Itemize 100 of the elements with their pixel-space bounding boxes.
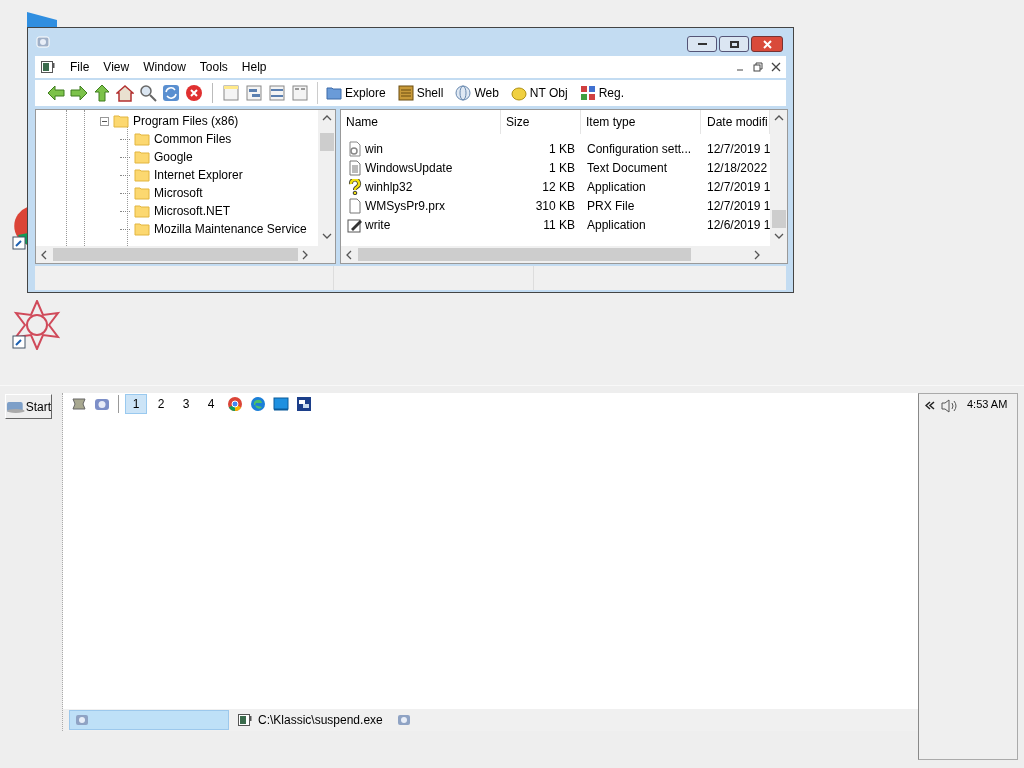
menu-item[interactable]: Help bbox=[234, 58, 274, 76]
file-type: PRX File bbox=[587, 198, 635, 213]
start-button[interactable]: Start bbox=[5, 394, 52, 419]
file-date: 12/6/2019 1 bbox=[707, 217, 771, 232]
toolbar-button[interactable]: Shell bbox=[397, 84, 444, 102]
folder-icon bbox=[113, 114, 129, 128]
back-arrow-icon[interactable] bbox=[47, 84, 65, 102]
folder-icon bbox=[134, 150, 150, 164]
task-button[interactable]: C:\Klassic\suspend.exe bbox=[233, 710, 388, 730]
menu-item[interactable]: Window bbox=[136, 58, 193, 76]
file-type: Application bbox=[587, 179, 646, 194]
column-header[interactable]: Name bbox=[341, 110, 501, 134]
file-name[interactable]: winhlp32 bbox=[365, 177, 413, 196]
search-icon[interactable] bbox=[139, 84, 157, 102]
menu-item[interactable]: Tools bbox=[192, 58, 235, 76]
forward-arrow-icon[interactable] bbox=[70, 84, 88, 102]
app-window-icon[interactable] bbox=[41, 61, 55, 73]
file-date: 12/18/2022 bbox=[707, 160, 768, 175]
column-header[interactable]: Item type bbox=[581, 110, 701, 134]
file-name[interactable]: WindowsUpdate bbox=[365, 158, 453, 177]
tree-item[interactable]: Mozilla Maintenance Service bbox=[154, 220, 307, 238]
up-arrow-icon[interactable] bbox=[93, 84, 111, 102]
monitor-icon[interactable] bbox=[273, 396, 289, 412]
tree-item[interactable]: Internet Explorer bbox=[154, 166, 243, 184]
file-name[interactable]: win bbox=[365, 139, 383, 158]
tree-item[interactable]: Microsoft.NET bbox=[154, 202, 230, 220]
horizontal-scrollbar[interactable] bbox=[341, 246, 788, 263]
minimize-button[interactable] bbox=[687, 36, 717, 52]
terminal-icon bbox=[397, 85, 414, 101]
scrollbar-thumb[interactable] bbox=[358, 248, 691, 261]
file-size: 310 KB bbox=[535, 198, 575, 213]
file-name[interactable]: WMSysPr9.prx bbox=[365, 196, 445, 215]
question-mark-icon bbox=[347, 178, 363, 195]
folder-icon bbox=[326, 86, 342, 100]
console-window-icon bbox=[238, 714, 252, 726]
tree-item[interactable]: Common Files bbox=[154, 130, 232, 148]
blank-file-icon bbox=[347, 197, 363, 214]
maximize-button[interactable] bbox=[719, 36, 749, 52]
star-shortcut-icon[interactable] bbox=[12, 300, 62, 350]
tree-item[interactable]: Microsoft bbox=[154, 184, 203, 202]
start-logo-icon bbox=[6, 399, 26, 414]
file-type: Configuration sett... bbox=[587, 141, 692, 156]
folder-icon bbox=[134, 204, 150, 218]
vertical-scrollbar[interactable] bbox=[770, 110, 788, 246]
close-icon bbox=[762, 39, 772, 49]
folder-icon bbox=[134, 222, 150, 236]
toolbar-button[interactable]: Explore bbox=[326, 84, 386, 102]
stop-icon[interactable] bbox=[185, 84, 203, 102]
speaker-icon[interactable] bbox=[941, 399, 959, 413]
text-file-icon bbox=[347, 159, 363, 176]
horizontal-layout-icon[interactable] bbox=[268, 84, 286, 102]
desktop-icon[interactable] bbox=[71, 396, 87, 412]
scrollbar-thumb[interactable] bbox=[771, 210, 786, 228]
virtual-desktop-button[interactable]: 4 bbox=[200, 394, 222, 414]
menu-item[interactable]: File bbox=[63, 58, 97, 76]
collapse-toggle[interactable] bbox=[100, 116, 109, 126]
vertical-scrollbar[interactable] bbox=[318, 110, 335, 246]
globe-icon bbox=[455, 85, 472, 101]
disc-icon bbox=[510, 85, 527, 101]
file-type: Text Document bbox=[587, 160, 668, 175]
browser-icon[interactable] bbox=[227, 396, 243, 412]
registry-cubes-icon bbox=[579, 85, 596, 101]
file-size: 12 KB bbox=[542, 179, 575, 194]
scrollbar-thumb[interactable] bbox=[319, 133, 334, 151]
notepad-pen-icon bbox=[347, 216, 363, 233]
file-name[interactable]: write bbox=[365, 215, 391, 234]
close-button[interactable] bbox=[751, 36, 783, 52]
file-size: 1 KB bbox=[549, 160, 575, 175]
app-icon[interactable] bbox=[94, 396, 110, 412]
file-date: 12/7/2019 1 bbox=[707, 141, 771, 156]
mdi-restore-icon[interactable] bbox=[752, 61, 764, 73]
toolbar-button[interactable]: Reg. bbox=[579, 84, 624, 102]
file-size: 1 KB bbox=[549, 141, 575, 156]
gear-file-icon bbox=[347, 140, 363, 157]
app-icon bbox=[396, 714, 411, 726]
browser-shortcut-icon[interactable] bbox=[12, 205, 27, 251]
refresh-icon[interactable] bbox=[162, 84, 180, 102]
menu-item[interactable]: View bbox=[96, 58, 137, 76]
double-chevron-icon[interactable] bbox=[925, 401, 935, 410]
app-icon bbox=[75, 714, 89, 726]
file-date: 12/7/2019 1 bbox=[707, 198, 771, 213]
clock[interactable]: 4:53 AM bbox=[967, 396, 1008, 413]
folder-icon bbox=[134, 132, 150, 146]
virtual-desktop-button[interactable]: 1 bbox=[125, 394, 147, 414]
scrollbar-thumb[interactable] bbox=[53, 248, 298, 261]
vertical-layout-icon[interactable] bbox=[291, 84, 309, 102]
virtual-desktop-button[interactable]: 3 bbox=[175, 394, 197, 414]
file-size: 11 KB bbox=[543, 217, 575, 232]
folder-icon bbox=[134, 168, 150, 182]
home-icon[interactable] bbox=[116, 84, 134, 102]
toolbar-button[interactable]: Web bbox=[455, 84, 499, 102]
mdi-close-icon[interactable] bbox=[770, 61, 782, 73]
cascade-layout-icon[interactable] bbox=[245, 84, 263, 102]
tree-item[interactable]: Program Files (x86) bbox=[133, 112, 239, 130]
horizontal-scrollbar[interactable] bbox=[36, 246, 335, 263]
file-date: 12/7/2019 1 bbox=[707, 179, 771, 194]
column-header[interactable]: Size bbox=[501, 110, 581, 134]
toolbar-button[interactable]: NT Obj bbox=[510, 84, 568, 102]
virtual-desktop-button[interactable]: 2 bbox=[150, 394, 172, 414]
tree-item[interactable]: Google bbox=[154, 148, 193, 166]
